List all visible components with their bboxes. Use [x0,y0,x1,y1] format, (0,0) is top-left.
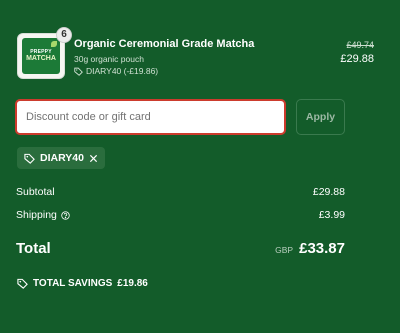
savings-value: £19.86 [117,278,148,289]
tag-icon [24,153,35,164]
product-image-name: MATCHA [26,55,56,62]
order-summary: PREPPY MATCHA 6 Organic Ceremonial Grade… [0,0,400,333]
product-image: PREPPY MATCHA [22,38,60,74]
total-label: Total [16,240,51,257]
total-value: £33.87 [299,240,345,257]
product-thumbnail: PREPPY MATCHA 6 [17,27,72,79]
product-discount: DIARY40 (-£19.86) [74,66,158,76]
shipping-row: Shipping £3.99 [16,209,345,221]
subtotal-label: Subtotal [16,186,55,198]
tag-icon [17,278,28,289]
product-variant: 30g organic pouch [74,54,144,64]
total-savings: TOTAL SAVINGS £19.86 [17,278,148,289]
savings-label: TOTAL SAVINGS [33,278,113,289]
question-circle-icon[interactable] [61,210,70,220]
close-icon [89,154,98,162]
currency-code: GBP [275,245,294,255]
subtotal-row: Subtotal £29.88 [16,186,345,198]
price-final: £29.88 [340,53,374,65]
discount-code-input[interactable] [15,99,286,135]
apply-button[interactable]: Apply [296,99,345,135]
shipping-label: Shipping [16,209,57,221]
applied-discount-code: DIARY40 [40,152,84,164]
subtotal-value: £29.88 [312,186,345,198]
total-row: Total GBP £33.87 [16,240,345,257]
product-discount-label: DIARY40 (-£19.86) [86,66,159,76]
remove-discount-button[interactable] [89,154,98,163]
product-title: Organic Ceremonial Grade Matcha [74,38,255,50]
leaf-icon [51,41,57,47]
applied-discount-chip: DIARY40 [17,147,105,169]
quantity-badge: 6 [56,27,72,43]
price-original: £49.74 [346,40,374,50]
tag-icon [74,67,83,76]
shipping-value: £3.99 [318,209,345,221]
